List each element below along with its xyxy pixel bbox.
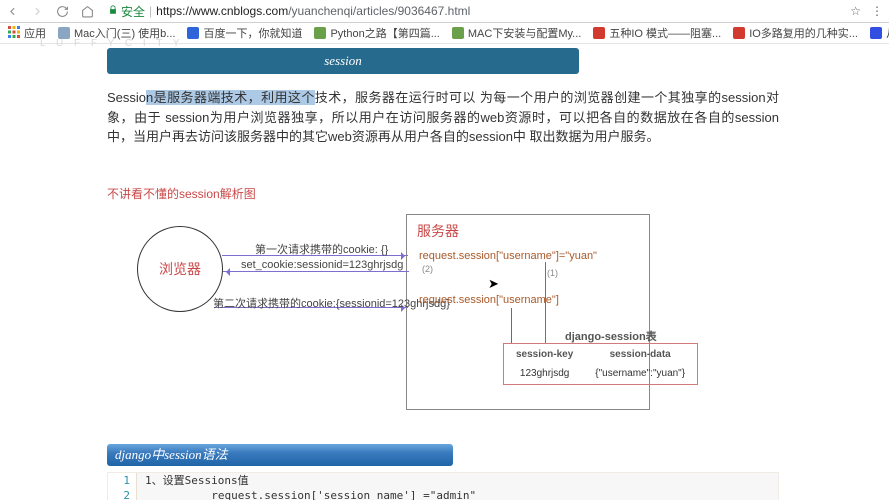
home-icon[interactable] bbox=[81, 5, 94, 18]
td-session-data: {"username":"yuan"} bbox=[585, 365, 695, 382]
vline-1 bbox=[511, 308, 512, 344]
label-second-cookie: 第二次请求携带的cookie:{sessionid=123ghrjsdg} bbox=[213, 295, 450, 311]
favicon-icon bbox=[733, 27, 745, 39]
url-host: www.cnblogs.com bbox=[192, 4, 288, 18]
td-session-key: 123ghrjsdg bbox=[506, 365, 583, 382]
bookmark-star-icon[interactable]: ☆ bbox=[850, 4, 861, 18]
ds-table-title: django-session表 bbox=[565, 328, 657, 344]
browser-toolbar: 安全 | https://www.cnblogs.com/yuanchenqi/… bbox=[0, 0, 889, 23]
reload-icon[interactable] bbox=[56, 5, 69, 18]
label-set-cookie: set_cookie:sessionid=123ghrjsdg bbox=[241, 259, 403, 271]
bookmark-item[interactable]: IO多路复用的几种实... bbox=[733, 25, 858, 41]
arrow-setcookie bbox=[223, 271, 409, 272]
back-icon[interactable] bbox=[6, 5, 19, 18]
browser-label: 浏览器 bbox=[159, 259, 201, 279]
th-session-key: session-key bbox=[506, 346, 583, 363]
bookmark-label: IO多路复用的几种实... bbox=[749, 25, 858, 41]
para-highlight: n是服务器端技术，利用这个 bbox=[146, 90, 315, 105]
session-diagram: 浏览器 服务器 第一次请求携带的cookie: {} set_cookie:se… bbox=[107, 212, 779, 418]
subsection-banner: django中session语法 bbox=[107, 444, 453, 466]
omnibox[interactable]: 安全 | https://www.cnblogs.com/yuanchenqi/… bbox=[108, 3, 830, 20]
favicon-icon bbox=[187, 27, 199, 39]
line-number: 1 bbox=[108, 473, 137, 488]
menu-icon[interactable]: ⋮ bbox=[871, 4, 883, 18]
label-sess-get: request.session["username"] bbox=[419, 294, 559, 306]
favicon-icon bbox=[870, 27, 882, 39]
line-number: 2 bbox=[108, 488, 137, 500]
bookmark-label: Python之路【第四篇... bbox=[330, 25, 439, 41]
bookmark-label: 百度一下，你就知道 bbox=[203, 25, 302, 41]
bookmark-item[interactable]: Python之路【第四篇... bbox=[314, 25, 439, 41]
label-step2: (2) bbox=[422, 264, 433, 274]
secure-label: 安全 bbox=[121, 3, 145, 20]
apps-icon bbox=[8, 26, 20, 41]
code-line: request.session['session_name'] ="admin" bbox=[137, 488, 779, 500]
diagram-note: 不讲看不懂的session解析图 bbox=[107, 185, 779, 202]
bookmark-item[interactable]: 五种IO 模式——阻塞... bbox=[593, 25, 721, 41]
article-content: session Session是服务器端技术，利用这个技术，服务器在运行时可以 … bbox=[107, 48, 779, 500]
label-first-cookie: 第一次请求携带的cookie: {} bbox=[255, 241, 388, 257]
bookmark-item[interactable]: MAC下安装与配置My... bbox=[452, 25, 581, 41]
bookmark-label: MAC下安装与配置My... bbox=[468, 25, 581, 41]
vline-2 bbox=[545, 262, 546, 344]
label-sess-set: request.session["username"]="yuan" bbox=[419, 250, 597, 262]
label-step1: (1) bbox=[547, 268, 558, 278]
nav-buttons bbox=[6, 5, 94, 18]
favicon-icon bbox=[452, 27, 464, 39]
url-scheme: https:// bbox=[156, 4, 192, 18]
favicon-icon bbox=[593, 27, 605, 39]
lock-icon bbox=[108, 4, 118, 18]
secure-badge: 安全 bbox=[108, 3, 145, 20]
para-text: Sessio bbox=[107, 90, 146, 105]
url-text: https://www.cnblogs.com/yuanchenqi/artic… bbox=[156, 4, 470, 18]
url-path: /yuanchenqi/articles/9036467.html bbox=[288, 4, 470, 18]
code-line: 1、设置Sessions值 bbox=[137, 473, 779, 488]
intro-paragraph: Session是服务器端技术，利用这个技术，服务器在运行时可以 为每一个用户的浏… bbox=[107, 88, 779, 147]
server-label: 服务器 bbox=[407, 215, 649, 247]
th-session-data: session-data bbox=[585, 346, 695, 363]
browser-node: 浏览器 bbox=[137, 226, 223, 312]
code-block: 11、设置Sessions值 2 request.session['sessio… bbox=[107, 472, 779, 500]
forward-icon[interactable] bbox=[31, 5, 44, 18]
bookmark-item[interactable]: 从菜鸟到老鸟－－Ma... bbox=[870, 25, 889, 41]
django-session-table: session-keysession-data 123ghrjsdg{"user… bbox=[503, 343, 698, 385]
section-banner: session bbox=[107, 48, 579, 74]
bookmark-item[interactable]: 百度一下，你就知道 bbox=[187, 25, 302, 41]
bookmark-label: 五种IO 模式——阻塞... bbox=[609, 25, 721, 41]
favicon-icon bbox=[314, 27, 326, 39]
